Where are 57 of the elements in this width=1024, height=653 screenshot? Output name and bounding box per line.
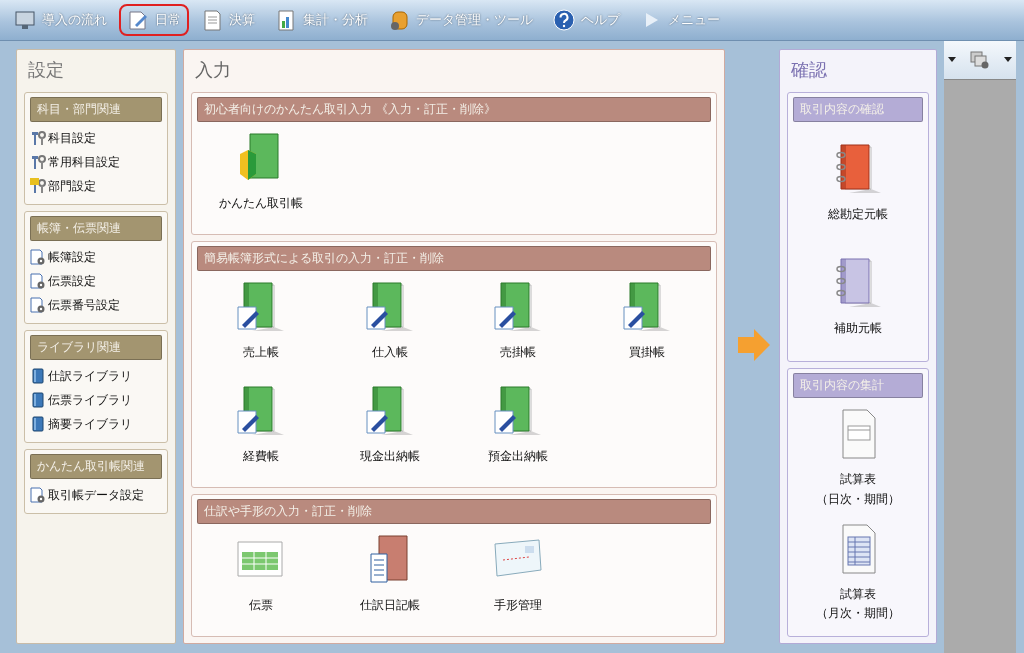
wrench-icon	[30, 130, 46, 146]
section-header: 初心者向けのかんたん取引入力 《入力・訂正・削除》	[197, 97, 711, 122]
settings-link[interactable]: 帳簿設定	[30, 245, 162, 269]
section-header: 仕訳や手形の入力・訂正・削除	[197, 499, 711, 525]
dropdown-icon[interactable]	[1004, 57, 1012, 63]
settings-link[interactable]: 科目設定	[30, 126, 162, 150]
settings-link[interactable]: 伝票番号設定	[30, 293, 162, 317]
report-tile[interactable]: 試算表 （月次・期間）	[816, 522, 900, 624]
ledger-tile[interactable]: 伝票	[197, 534, 326, 626]
settings-document-icon	[30, 273, 46, 289]
help-icon	[553, 9, 575, 31]
ledger-tile[interactable]: 預金出納帳	[454, 385, 583, 478]
ledger-tile[interactable]: 買掛帳	[582, 280, 711, 373]
group-header: かんたん取引帳関連	[30, 454, 162, 479]
book-icon	[30, 416, 46, 432]
panel-title: 確認	[790, 58, 828, 82]
section-header: 取引内容の確認	[793, 97, 923, 122]
book-icon	[30, 392, 46, 408]
ledger-tile[interactable]: 売掛帳	[454, 280, 583, 373]
settings-link[interactable]: 伝票ライブラリ	[30, 388, 162, 412]
arrow-icon	[736, 326, 772, 363]
database-icon	[388, 9, 410, 31]
group-header: ライブラリ関連	[30, 335, 162, 360]
ledger-tile[interactable]: 手形管理	[454, 534, 583, 626]
settings-link[interactable]: 伝票設定	[30, 269, 162, 293]
settings-link[interactable]: 取引帳データ設定	[30, 483, 162, 507]
settings-document-icon	[30, 297, 46, 313]
panel-title: 入力	[194, 58, 232, 82]
ledger-tile[interactable]: 現金出納帳	[325, 385, 454, 478]
settings-link[interactable]: 仕訳ライブラリ	[30, 364, 162, 388]
settings-link[interactable]: 摘要ライブラリ	[30, 412, 162, 436]
ledger-tile[interactable]: 売上帳	[197, 280, 326, 373]
pen-document-icon	[127, 9, 149, 31]
section-header: 取引内容の集計	[793, 372, 923, 398]
document-icon	[201, 9, 223, 31]
star-wrench-icon	[30, 178, 46, 194]
wrench-icon	[30, 154, 46, 170]
settings-document-icon	[30, 487, 46, 503]
section-header: 簡易帳簿形式による取引の入力・訂正・削除	[197, 245, 711, 271]
report-tile[interactable]: 総勘定元帳	[828, 142, 888, 224]
monitor-icon	[14, 9, 36, 31]
report-tile[interactable]: 試算表 （日次・期間）	[816, 408, 900, 509]
group-header: 科目・部門関連	[30, 97, 162, 122]
windows-icon[interactable]	[970, 51, 990, 69]
panel-title: 設定	[27, 58, 65, 82]
settings-document-icon	[30, 249, 46, 265]
dropdown-icon[interactable]	[948, 57, 956, 63]
chart-document-icon	[275, 9, 297, 31]
group-header: 帳簿・伝票関連	[30, 216, 162, 241]
ledger-tile[interactable]: 経費帳	[197, 385, 326, 478]
ledger-tile[interactable]: 仕訳日記帳	[325, 534, 454, 626]
report-tile[interactable]: 補助元帳	[831, 256, 885, 338]
settings-link[interactable]: 常用科目設定	[30, 150, 162, 174]
ledger-tile[interactable]: かんたん取引帳	[197, 132, 326, 224]
ledger-tile[interactable]: 仕入帳	[325, 280, 454, 373]
book-icon	[30, 368, 46, 384]
settings-link[interactable]: 部門設定	[30, 174, 162, 198]
